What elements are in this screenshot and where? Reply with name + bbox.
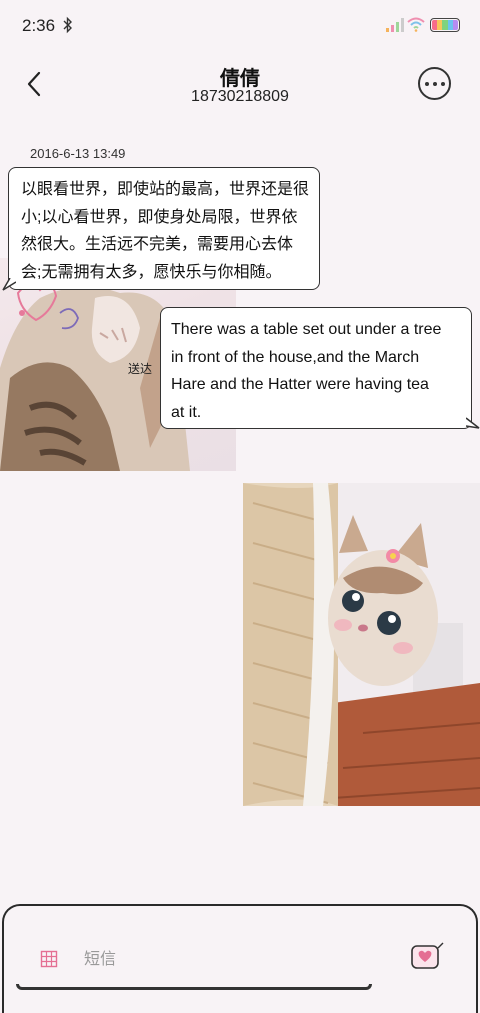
outgoing-message-bubble[interactable]: There was a table set out under a tree i…	[160, 307, 472, 429]
bubble-tail-incoming	[2, 278, 16, 291]
signal-icon	[386, 18, 404, 32]
wifi-icon	[407, 17, 425, 32]
heart-message-icon[interactable]	[410, 942, 444, 972]
message-line: 小;以心看世界，即使身处局限，世界依	[21, 208, 298, 226]
status-bar: 2:36	[0, 0, 480, 52]
cat-photo-right[interactable]	[243, 483, 480, 806]
message-line: There was a table set out under a tree	[171, 321, 442, 338]
messaging-screen: 2:36 倩倩 18730218809 2016-6-13 13:49 送达 以…	[0, 0, 480, 1013]
incoming-message-bubble[interactable]: 以眼看世界，即使站的最高，世界还是很 小;以心看世界，即使身处局限，世界依 然很…	[8, 167, 320, 290]
delivery-status: 送达	[128, 362, 153, 376]
bubble-tail-outgoing	[466, 417, 480, 429]
grid-icon[interactable]	[40, 950, 58, 968]
more-options-button[interactable]	[418, 67, 451, 100]
message-line: in front of the house,and the March	[171, 348, 420, 366]
contact-name: 倩倩	[220, 68, 260, 90]
message-line: 然很大。生活远不完美，需要用心去体	[21, 236, 294, 253]
more-horizontal-icon	[424, 81, 429, 86]
message-line: Hare and the Hatter were having tea	[171, 376, 429, 393]
message-timestamp: 2016-6-13 13:49	[30, 146, 126, 161]
input-underline	[16, 984, 372, 990]
message-line: 会;无需拥有太多，愿快乐与你相随。	[21, 263, 282, 281]
contact-number: 18730218809	[191, 88, 289, 105]
bluetooth-icon	[63, 16, 72, 34]
message-input[interactable]	[84, 944, 384, 976]
message-line: at it.	[171, 403, 202, 421]
status-time: 2:36	[22, 16, 56, 35]
battery-icon	[430, 18, 460, 32]
message-line: 以眼看世界，即使站的最高，世界还是很	[21, 181, 310, 198]
